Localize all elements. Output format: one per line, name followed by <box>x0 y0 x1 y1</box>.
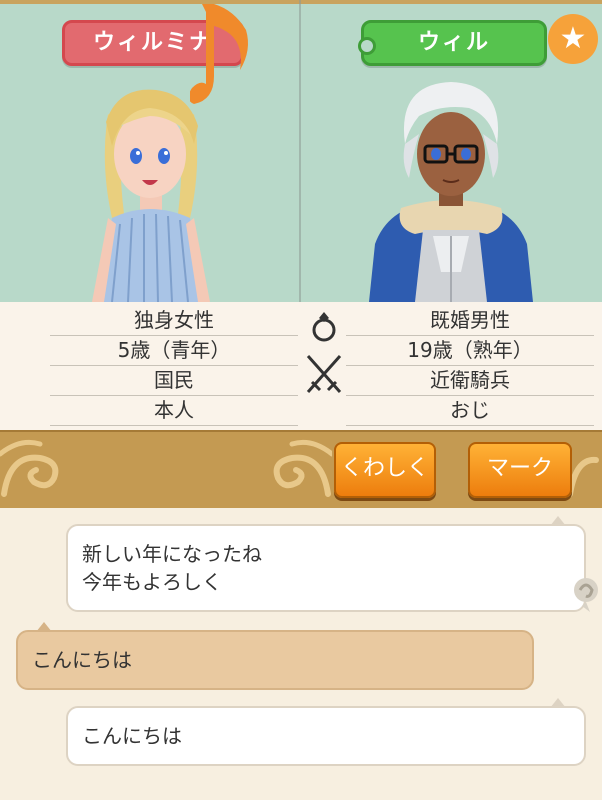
male-avatar[interactable] <box>301 4 602 302</box>
message-line: こんにちは <box>82 724 182 748</box>
left-marital-status: 独身女性 <box>50 306 298 336</box>
details-button[interactable]: くわしく <box>334 442 436 498</box>
ring-icon <box>312 312 336 342</box>
bubble-tail <box>550 516 566 526</box>
info-table: 独身女性 5歳（青年） 国民 本人 既婚男性 19歳（熟年） 近衛騎兵 おじ <box>0 302 602 430</box>
left-relation: 本人 <box>50 396 298 426</box>
speaker-icon[interactable] <box>570 574 602 614</box>
right-character-panel[interactable]: ウィル ★ <box>301 4 602 302</box>
bubble-tail <box>36 622 52 632</box>
status-icons <box>302 310 346 396</box>
message-line: こんにちは <box>32 648 132 672</box>
right-info-column: 既婚男性 19歳（熟年） 近衛騎兵 おじ <box>346 306 594 426</box>
chat-bubble-outgoing: こんにちは <box>66 698 586 766</box>
music-note-icon <box>190 4 248 104</box>
bubble-tail <box>550 698 566 708</box>
left-info-column: 独身女性 5歳（青年） 国民 本人 <box>50 306 298 426</box>
left-occupation: 国民 <box>50 366 298 396</box>
crossed-swords-icon <box>306 355 342 393</box>
portrait-area: ウィルミナ ウィル ★ <box>0 0 602 302</box>
chat-bubble-outgoing: 新しい年になったね 今年もよろしく <box>66 516 586 612</box>
left-age: 5歳（青年） <box>50 336 298 366</box>
scroll-ornament-middle <box>273 439 332 497</box>
mark-button[interactable]: マーク <box>468 442 572 498</box>
app-root: ウィルミナ ウィル ★ 独身女性 5歳（青年） 国民 本人 既婚男性 19歳（熟… <box>0 0 602 800</box>
left-character-panel[interactable]: ウィルミナ <box>0 4 299 302</box>
chat-bubble-incoming: こんにちは <box>16 622 534 690</box>
right-marital-status: 既婚男性 <box>346 306 594 336</box>
right-age: 19歳（熟年） <box>346 336 594 366</box>
message-line: 新しい年になったね <box>82 542 262 566</box>
action-banner: くわしく マーク <box>0 430 602 510</box>
message-line: 今年もよろしく <box>82 570 222 594</box>
chat-log[interactable]: 新しい年になったね 今年もよろしく こんにちは こんにちは <box>0 508 602 800</box>
right-relation: おじ <box>346 396 594 426</box>
scroll-ornament-left <box>0 439 59 497</box>
right-occupation: 近衛騎兵 <box>346 366 594 396</box>
